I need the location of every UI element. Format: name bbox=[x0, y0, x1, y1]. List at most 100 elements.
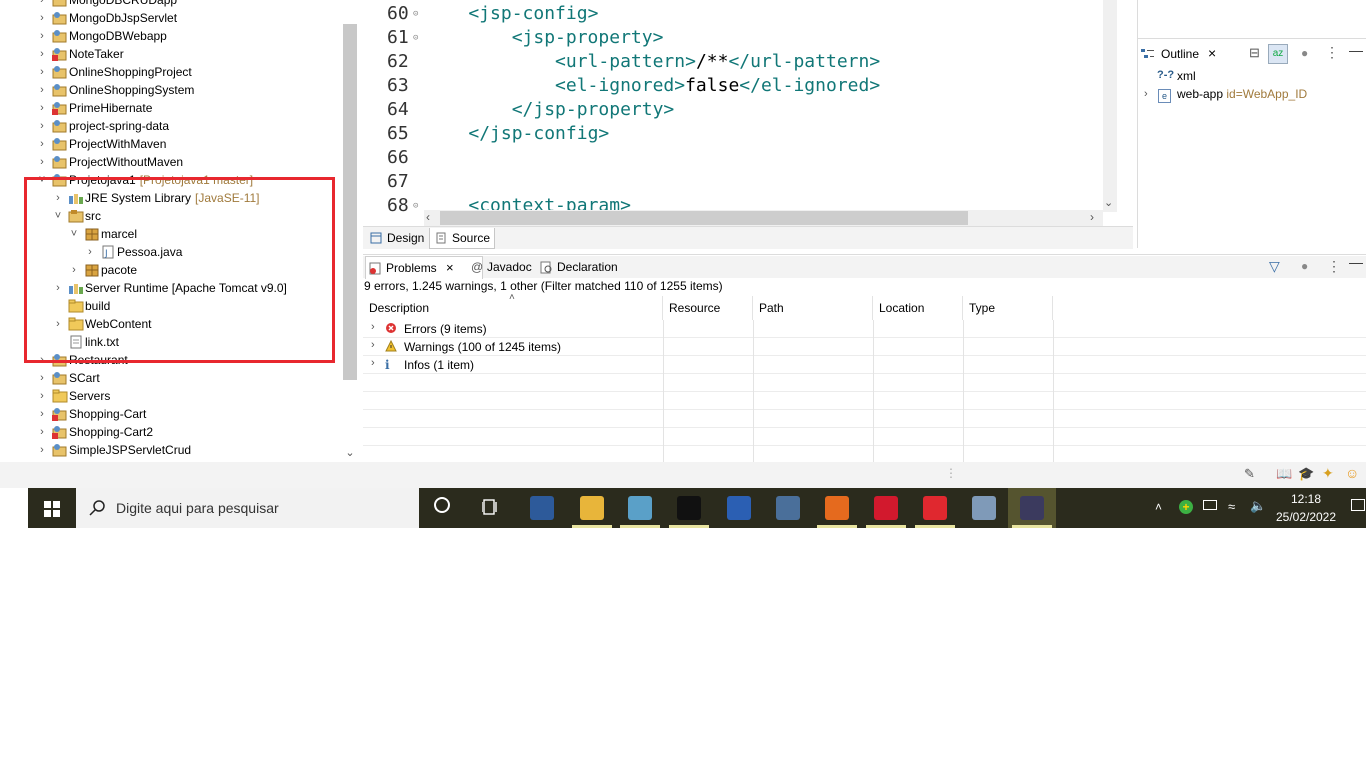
code-line[interactable]: 65 </jsp-config> bbox=[363, 122, 1103, 146]
tree-item[interactable]: › ProjectWithMaven bbox=[28, 135, 342, 153]
column-header-type[interactable]: Type bbox=[963, 296, 1053, 320]
task-view-icon[interactable] bbox=[482, 499, 500, 515]
book-icon[interactable]: 📖 bbox=[1276, 466, 1292, 482]
chevron-right-icon[interactable]: › bbox=[36, 387, 48, 405]
start-button[interactable] bbox=[28, 488, 76, 528]
chevron-right-icon[interactable]: › bbox=[36, 135, 48, 153]
computer-icon[interactable] bbox=[530, 496, 554, 520]
volume-icon[interactable]: 🔈 bbox=[1250, 498, 1266, 514]
opera-icon[interactable] bbox=[874, 496, 898, 520]
tree-item[interactable]: › MongoDBWebapp bbox=[28, 27, 342, 45]
chevron-right-icon[interactable]: › bbox=[36, 81, 48, 99]
eclipse-icon[interactable] bbox=[1020, 496, 1044, 520]
tree-item[interactable]: › MongoDBCRUDapp bbox=[28, 0, 342, 9]
tree-item[interactable]: › OnlineShoppingSystem bbox=[28, 81, 342, 99]
minimize-icon[interactable]: — bbox=[1349, 42, 1363, 58]
tree-item[interactable]: › Shopping-Cart bbox=[28, 405, 342, 423]
firefox-icon[interactable] bbox=[825, 496, 849, 520]
tree-item[interactable]: › OnlineShoppingProject bbox=[28, 63, 342, 81]
wand-icon[interactable]: ✦ bbox=[1322, 465, 1334, 482]
chevron-right-icon[interactable]: › bbox=[36, 117, 48, 135]
wifi-icon[interactable]: ≈ bbox=[1228, 499, 1235, 514]
tree-item[interactable]: › SCart bbox=[28, 369, 342, 387]
tools-icon[interactable]: ✎ bbox=[1244, 466, 1255, 482]
column-header-resource[interactable]: Resource bbox=[663, 296, 753, 320]
chevron-up-icon[interactable]: ˄ bbox=[1155, 500, 1162, 514]
taskbar-search-box[interactable]: Digite aqui para pesquisar bbox=[76, 488, 419, 528]
tree-item[interactable]: › ProjectWithoutMaven bbox=[28, 153, 342, 171]
code-line[interactable]: 62 <url-pattern>/**</url-pattern> bbox=[363, 50, 1103, 74]
code-line[interactable]: 60 ⊝ <jsp-config> bbox=[363, 2, 1103, 26]
outline-tab-label[interactable]: Outline bbox=[1161, 47, 1199, 61]
scroll-right-icon[interactable]: › bbox=[1090, 210, 1094, 224]
tree-item[interactable]: › Shopping-Cart2 bbox=[28, 423, 342, 441]
tree-item[interactable]: › NoteTaker bbox=[28, 45, 342, 63]
file-explorer-icon[interactable] bbox=[580, 496, 604, 520]
table-row[interactable]: › Errors (9 items) bbox=[363, 320, 1366, 338]
chevron-right-icon[interactable]: › bbox=[371, 321, 375, 333]
editor-horizontal-thumb[interactable] bbox=[440, 211, 968, 225]
code-line[interactable]: 63 <el-ignored>false</el-ignored> bbox=[363, 74, 1103, 98]
close-icon[interactable]: × bbox=[446, 260, 454, 275]
tree-item[interactable]: › SimpleJSPServletCrud bbox=[28, 441, 342, 459]
view-menu-icon[interactable]: ⋮ bbox=[1325, 44, 1339, 61]
notifications-icon[interactable] bbox=[1351, 499, 1365, 511]
tree-item[interactable]: › Servers bbox=[28, 387, 342, 405]
chevron-right-icon[interactable]: › bbox=[1144, 88, 1148, 100]
calculator-icon[interactable] bbox=[776, 496, 800, 520]
filter-icon[interactable]: ● bbox=[1301, 46, 1308, 60]
fold-icon[interactable]: ⊝ bbox=[413, 194, 418, 218]
chevron-right-icon[interactable]: › bbox=[371, 339, 375, 351]
chevron-right-icon[interactable]: › bbox=[36, 27, 48, 45]
vivaldi-icon[interactable] bbox=[923, 496, 947, 520]
tree-item[interactable]: › PrimeHibernate bbox=[28, 99, 342, 117]
collapse-all-icon[interactable]: ⊟ bbox=[1249, 45, 1260, 61]
tab-declaration[interactable]: Declaration bbox=[537, 256, 618, 278]
tray-app-icon[interactable]: + bbox=[1179, 500, 1193, 514]
notepad-icon[interactable] bbox=[628, 496, 652, 520]
scroll-down-icon[interactable]: ⌄ bbox=[343, 446, 357, 460]
paint-icon[interactable] bbox=[972, 496, 996, 520]
scroll-down-icon[interactable]: ⌄ bbox=[1104, 196, 1113, 209]
smiley-icon[interactable]: ☺ bbox=[1345, 465, 1359, 481]
tree-item[interactable]: › project-spring-data bbox=[28, 117, 342, 135]
tab-design[interactable]: Design bbox=[365, 228, 428, 248]
code-line[interactable]: 64 </jsp-property> bbox=[363, 98, 1103, 122]
view-options-icon[interactable]: ● bbox=[1301, 259, 1308, 273]
code-line[interactable]: 61 ⊝ <jsp-property> bbox=[363, 26, 1103, 50]
chevron-right-icon[interactable]: › bbox=[36, 441, 48, 459]
table-row[interactable]: › i Infos (1 item) bbox=[363, 356, 1366, 374]
tab-source[interactable]: Source bbox=[429, 228, 496, 249]
sort-icon[interactable]: az bbox=[1268, 44, 1288, 64]
battery-icon[interactable] bbox=[1203, 500, 1217, 510]
chevron-right-icon[interactable]: › bbox=[36, 45, 48, 63]
tray-date[interactable]: 25/02/2022 bbox=[1272, 510, 1340, 524]
minimize-icon[interactable]: — bbox=[1349, 254, 1363, 270]
chevron-right-icon[interactable]: › bbox=[36, 153, 48, 171]
outline-item-xml[interactable]: xml bbox=[1177, 69, 1196, 83]
chevron-right-icon[interactable]: › bbox=[36, 423, 48, 441]
cortana-icon[interactable] bbox=[434, 497, 450, 513]
chevron-right-icon[interactable]: › bbox=[36, 63, 48, 81]
scroll-left-icon[interactable]: ‹ bbox=[426, 210, 430, 224]
close-icon[interactable]: × bbox=[1208, 45, 1216, 61]
chevron-right-icon[interactable]: › bbox=[36, 99, 48, 117]
tab-javadoc[interactable]: @ Javadoc bbox=[467, 256, 532, 278]
column-header-location[interactable]: Location bbox=[873, 296, 963, 320]
filter-icon[interactable]: ▽ bbox=[1269, 258, 1280, 275]
word-icon[interactable] bbox=[727, 496, 751, 520]
terminal-icon[interactable] bbox=[677, 496, 701, 520]
chevron-right-icon[interactable]: › bbox=[371, 357, 375, 369]
tab-problems[interactable]: Problems × bbox=[365, 256, 483, 279]
fold-icon[interactable]: ⊝ bbox=[413, 26, 418, 50]
tray-time[interactable]: 12:18 bbox=[1276, 492, 1336, 506]
chevron-right-icon[interactable]: › bbox=[36, 369, 48, 387]
editor-vertical-scrollbar[interactable] bbox=[1103, 0, 1117, 212]
tree-item[interactable]: › MongoDbJspServlet bbox=[28, 9, 342, 27]
chevron-right-icon[interactable]: › bbox=[36, 405, 48, 423]
chevron-right-icon[interactable]: › bbox=[36, 0, 48, 9]
explorer-scrollbar-thumb[interactable] bbox=[343, 24, 357, 380]
outline-item-web-app[interactable]: web-app id=WebApp_ID bbox=[1177, 87, 1307, 101]
table-row[interactable]: › Warnings (100 of 1245 items) bbox=[363, 338, 1366, 356]
cap-icon[interactable]: 🎓 bbox=[1298, 466, 1314, 482]
